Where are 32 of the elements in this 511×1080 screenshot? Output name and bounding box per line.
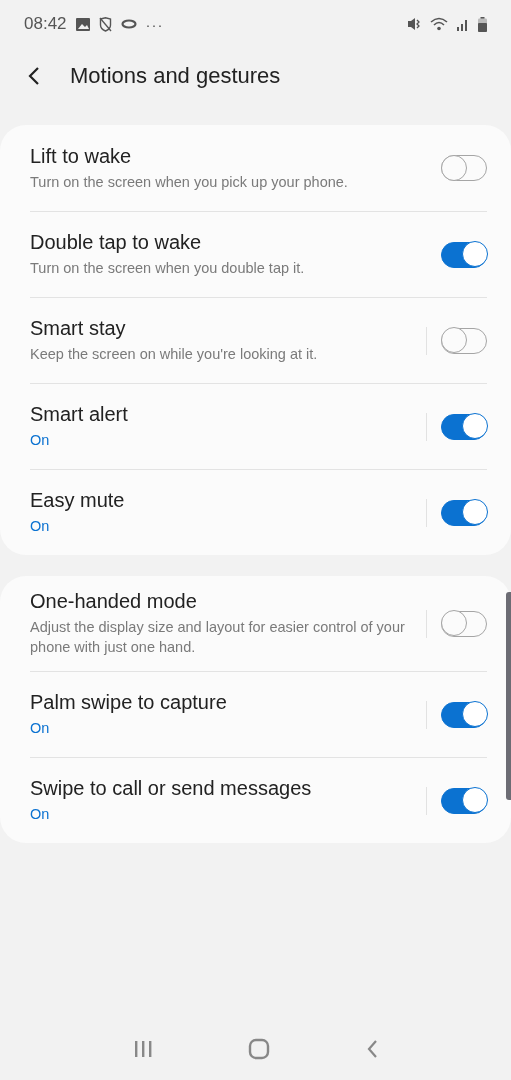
home-icon[interactable]: [248, 1038, 271, 1060]
setting-title[interactable]: Easy mute: [30, 489, 416, 512]
more-notifications: ···: [145, 15, 164, 33]
setting-status: On: [30, 719, 51, 738]
page-title: Motions and gestures: [70, 63, 281, 89]
signal-icon: [457, 17, 469, 31]
setting-status: On: [30, 431, 51, 450]
setting-description: Turn on the screen when you double tap it.: [30, 259, 306, 278]
toggle-switch[interactable]: [441, 241, 487, 268]
setting-status: On: [30, 805, 51, 824]
setting-description: Adjust the display size and layout for easier control of your phone with just one hand.: [30, 618, 406, 657]
status-time: 08:42: [24, 14, 67, 34]
image-icon: [75, 17, 90, 31]
setting-title[interactable]: Smart alert: [30, 403, 416, 426]
setting-title[interactable]: Smart stay: [30, 317, 416, 340]
toggle-switch[interactable]: [441, 413, 487, 440]
setting-title[interactable]: One-handed mode: [30, 590, 416, 613]
setting-status: On: [30, 517, 51, 536]
setting-title[interactable]: Swipe to call or send messages: [30, 777, 416, 800]
toggle-switch[interactable]: [441, 787, 487, 814]
setting-title[interactable]: Double tap to wake: [30, 231, 416, 254]
recent-apps-icon[interactable]: [132, 1040, 153, 1058]
setting-title[interactable]: Palm swipe to capture: [30, 691, 416, 714]
shield-icon: [98, 16, 112, 32]
setting-description: Keep the screen on while you're looking at it.: [30, 345, 319, 364]
back-icon[interactable]: [366, 1039, 379, 1059]
setting-title[interactable]: Lift to wake: [30, 144, 416, 168]
wifi-icon: [430, 17, 448, 31]
setting-description: Turn on the screen when you pick up your phone.: [30, 172, 349, 192]
toggle-switch[interactable]: [441, 499, 487, 526]
battery-icon: [478, 16, 487, 32]
toggle-switch[interactable]: [441, 701, 487, 728]
